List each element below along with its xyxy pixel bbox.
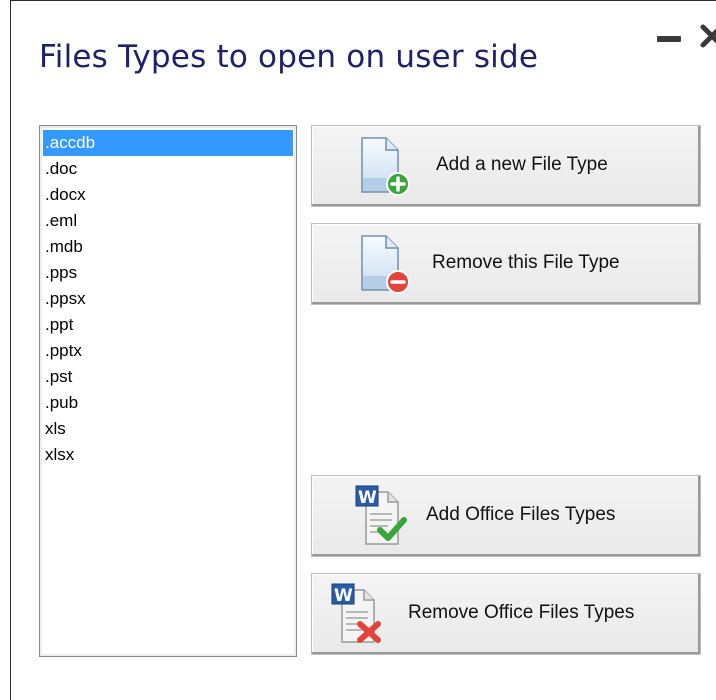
add-office-file-types-label: Add Office Files Types xyxy=(426,504,616,525)
dialog-title: Files Types to open on user side xyxy=(39,39,539,75)
file-type-list-item[interactable]: .ppsx xyxy=(43,286,293,312)
minimize-icon[interactable] xyxy=(657,36,681,42)
file-types-listbox[interactable]: .accdb .doc .docx .eml .mdb .pps .ppsx .ppt .ppt… xyxy=(39,125,297,657)
svg-text:W: W xyxy=(334,586,353,606)
file-type-list-item[interactable]: .accdb xyxy=(43,130,293,156)
file-type-list-item[interactable]: xls xyxy=(43,416,293,442)
document-add-icon xyxy=(352,134,412,198)
add-file-type-button[interactable]: Add a new File Type xyxy=(311,125,701,207)
close-icon[interactable] xyxy=(699,23,716,49)
word-document-remove-icon: W xyxy=(328,582,388,646)
file-type-list-item[interactable]: .pub xyxy=(43,390,293,416)
add-file-type-label: Add a new File Type xyxy=(436,154,608,175)
add-office-file-types-button[interactable]: W Add Office Files Types xyxy=(311,475,701,557)
file-type-list-item[interactable]: .ppt xyxy=(43,312,293,338)
file-types-dialog: Files Types to open on user side .accdb.… xyxy=(10,0,716,700)
file-type-list-item[interactable]: .pst xyxy=(43,364,293,390)
svg-text:W: W xyxy=(358,488,377,508)
file-type-list-item[interactable]: .pptx xyxy=(43,338,293,364)
file-type-list-item[interactable]: .mdb xyxy=(43,234,293,260)
document-remove-icon xyxy=(352,232,412,296)
remove-file-type-label: Remove this File Type xyxy=(432,252,620,273)
remove-office-file-types-label: Remove Office Files Types xyxy=(408,602,635,623)
file-type-list-item[interactable]: xlsx xyxy=(43,442,293,468)
word-document-check-icon: W xyxy=(352,484,412,548)
remove-file-type-button[interactable]: Remove this File Type xyxy=(311,223,701,305)
file-type-list-item[interactable]: .pps xyxy=(43,260,293,286)
remove-office-file-types-button[interactable]: W Remove Office Files Types xyxy=(311,573,701,655)
file-type-list-item[interactable]: .eml xyxy=(43,208,293,234)
file-type-list-item[interactable]: .doc xyxy=(43,156,293,182)
file-type-list-item[interactable]: .docx xyxy=(43,182,293,208)
